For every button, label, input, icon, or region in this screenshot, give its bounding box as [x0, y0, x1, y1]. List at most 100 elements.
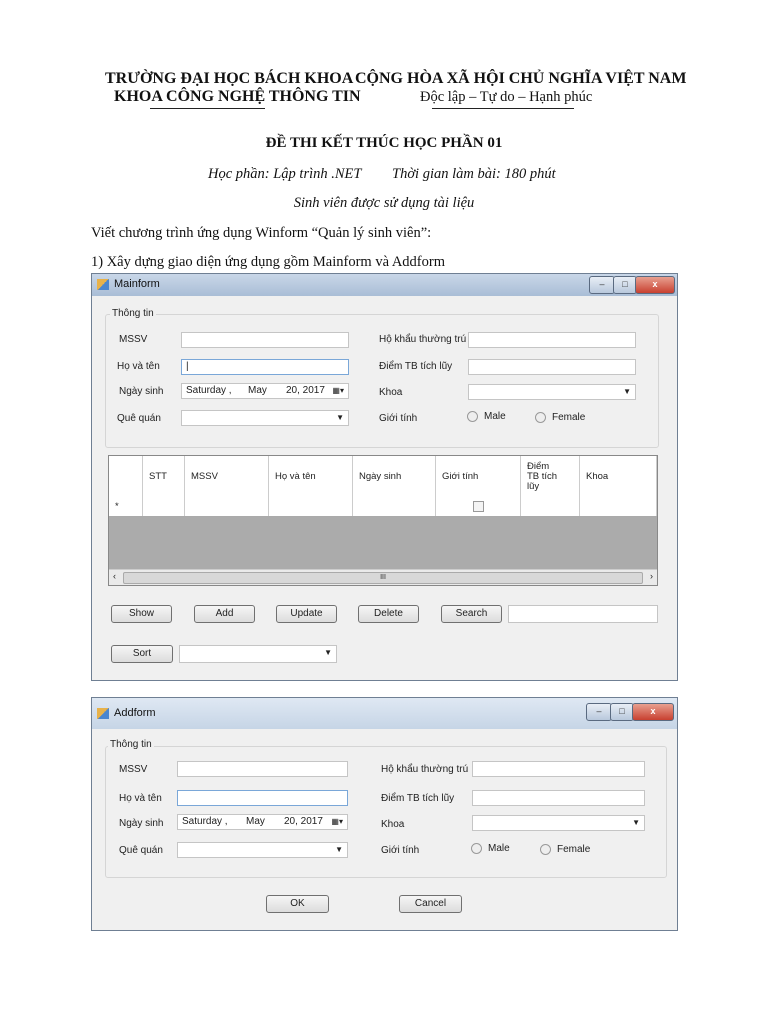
chevron-down-icon: ▼ — [324, 648, 332, 657]
chevron-down-icon: ▼ — [623, 387, 631, 396]
task-1: 1) Xây dựng giao diện ứng dụng gồm Mainf… — [91, 254, 445, 270]
hokhau-input[interactable] — [468, 332, 636, 348]
column-header[interactable]: STT — [143, 456, 185, 497]
student-datagrid[interactable]: STT MSSV Họ và tên Ngày sinh Giới tính Đ… — [108, 455, 658, 586]
column-header[interactable]: Điểm TB tích lũy — [521, 456, 580, 497]
row-marker: * — [109, 497, 143, 516]
title-bar: Addform – □ x — [92, 698, 677, 729]
university-name: TRƯỜNG ĐẠI HỌC BÁCH KHOA — [105, 70, 354, 87]
gioitinh-label: Giới tính — [381, 845, 420, 856]
maximize-button[interactable]: □ — [610, 703, 634, 721]
column-header[interactable]: Ngày sinh — [353, 456, 436, 497]
update-button[interactable]: Update — [276, 605, 337, 623]
diem-input[interactable] — [468, 359, 636, 375]
app-icon — [97, 708, 109, 719]
hokhau-input[interactable] — [472, 761, 645, 777]
quequan-label: Quê quán — [119, 845, 163, 856]
exam-note: Sinh viên được sử dụng tài liệu — [293, 195, 475, 211]
diem-input[interactable] — [472, 790, 645, 806]
male-label: Male — [488, 843, 510, 855]
search-input[interactable] — [508, 605, 658, 623]
ngaysinh-label: Ngày sinh — [119, 818, 164, 829]
gioitinh-checkbox[interactable] — [472, 501, 484, 512]
scroll-right-icon[interactable]: › — [650, 571, 653, 581]
date-day: Saturday , — [182, 816, 228, 827]
motto: Độc lập – Tự do – Hạnh phúc — [420, 89, 593, 105]
hokhau-label: Hộ khẩu thường trú — [381, 764, 469, 775]
mssv-input[interactable] — [181, 332, 349, 348]
khoa-combobox[interactable]: ▼ — [468, 384, 636, 400]
quequan-combobox[interactable]: ▼ — [181, 410, 349, 426]
minimize-button[interactable]: – — [586, 703, 612, 721]
date-date: 20, 2017 — [286, 385, 325, 396]
khoa-label: Khoa — [381, 819, 405, 830]
scroll-thumb[interactable]: III — [123, 572, 643, 584]
column-header[interactable]: Họ và tên — [269, 456, 353, 497]
close-button[interactable]: x — [632, 703, 674, 721]
chevron-down-icon: ▼ — [632, 818, 640, 827]
quequan-label: Quê quán — [117, 413, 161, 424]
country-name: CỘNG HÒA XÃ HỘI CHỦ NGHĨA VIỆT NAM — [355, 70, 687, 87]
addform-window: Addform – □ x Thông tin MSSV Họ và tên N… — [91, 697, 678, 931]
grid-header: STT MSSV Họ và tên Ngày sinh Giới tính Đ… — [109, 456, 657, 498]
khoa-combobox[interactable]: ▼ — [472, 815, 645, 831]
mssv-input[interactable] — [177, 761, 348, 777]
window-title: Addform — [114, 707, 156, 719]
hoten-label: Họ và tên — [117, 361, 160, 372]
intro-text: Viết chương trình ứng dụng Winform “Quản… — [91, 225, 432, 241]
sort-button[interactable]: Sort — [111, 645, 173, 663]
chevron-down-icon: ▼ — [335, 845, 343, 854]
exam-duration: Thời gian làm bài: 180 phút — [392, 166, 556, 182]
hoten-input[interactable] — [177, 790, 348, 806]
close-button[interactable]: x — [635, 276, 675, 294]
scroll-left-icon[interactable]: ‹ — [113, 571, 116, 581]
quequan-combobox[interactable]: ▼ — [177, 842, 348, 858]
female-radio[interactable]: Female — [540, 844, 590, 855]
mssv-label: MSSV — [119, 764, 148, 775]
female-label: Female — [557, 844, 591, 856]
show-button[interactable]: Show — [111, 605, 172, 623]
ngaysinh-datepicker[interactable]: Saturday , May 20, 2017 ▦▾ — [181, 383, 349, 399]
maximize-button[interactable]: □ — [613, 276, 637, 294]
sort-combobox[interactable]: ▼ — [179, 645, 337, 663]
calendar-icon[interactable]: ▦▾ — [332, 384, 344, 398]
document-page: TRƯỜNG ĐẠI HỌC BÁCH KHOA KHOA CÔNG NGHỆ … — [0, 0, 768, 1024]
date-month: May — [246, 816, 265, 827]
diem-label: Điểm TB tích lũy — [379, 361, 453, 372]
window-title: Mainform — [114, 278, 160, 290]
group-label: Thông tin — [108, 739, 154, 750]
app-icon — [97, 279, 109, 290]
mssv-label: MSSV — [119, 334, 148, 345]
ngaysinh-datepicker[interactable]: Saturday , May 20, 2017 ▦▾ — [177, 814, 348, 830]
ok-button[interactable]: OK — [266, 895, 329, 913]
date-date: 20, 2017 — [284, 816, 323, 827]
female-label: Female — [552, 412, 586, 424]
delete-button[interactable]: Delete — [358, 605, 419, 623]
hokhau-label: Hộ khẩu thường trú — [379, 334, 467, 345]
horizontal-scrollbar[interactable]: ‹ III › — [109, 569, 657, 585]
mainform-window: Mainform – □ x Thông tin MSSV Họ và tên … — [91, 273, 678, 681]
hoten-input[interactable]: | — [181, 359, 349, 375]
chevron-down-icon: ▼ — [336, 413, 344, 422]
course-name: Học phần: Lập trình .NET — [208, 166, 362, 182]
ngaysinh-label: Ngày sinh — [119, 386, 164, 397]
faculty-name: KHOA CÔNG NGHỆ THÔNG TIN — [114, 88, 361, 105]
calendar-icon[interactable]: ▦▾ — [331, 815, 343, 829]
cancel-button[interactable]: Cancel — [399, 895, 462, 913]
male-radio[interactable]: Male — [471, 843, 510, 854]
new-row[interactable]: * — [109, 497, 657, 517]
female-radio[interactable]: Female — [535, 412, 585, 423]
male-label: Male — [484, 411, 506, 423]
search-button[interactable]: Search — [441, 605, 502, 623]
title-bar: Mainform – □ x — [92, 274, 677, 296]
group-label: Thông tin — [110, 308, 156, 319]
add-button[interactable]: Add — [194, 605, 255, 623]
date-day: Saturday , — [186, 385, 232, 396]
diem-label: Điểm TB tích lũy — [381, 793, 455, 804]
male-radio[interactable]: Male — [467, 411, 506, 422]
minimize-button[interactable]: – — [589, 276, 615, 294]
column-header[interactable]: Giới tính — [436, 456, 521, 497]
column-header[interactable]: Khoa — [580, 456, 657, 497]
khoa-label: Khoa — [379, 387, 403, 398]
column-header[interactable]: MSSV — [185, 456, 269, 497]
